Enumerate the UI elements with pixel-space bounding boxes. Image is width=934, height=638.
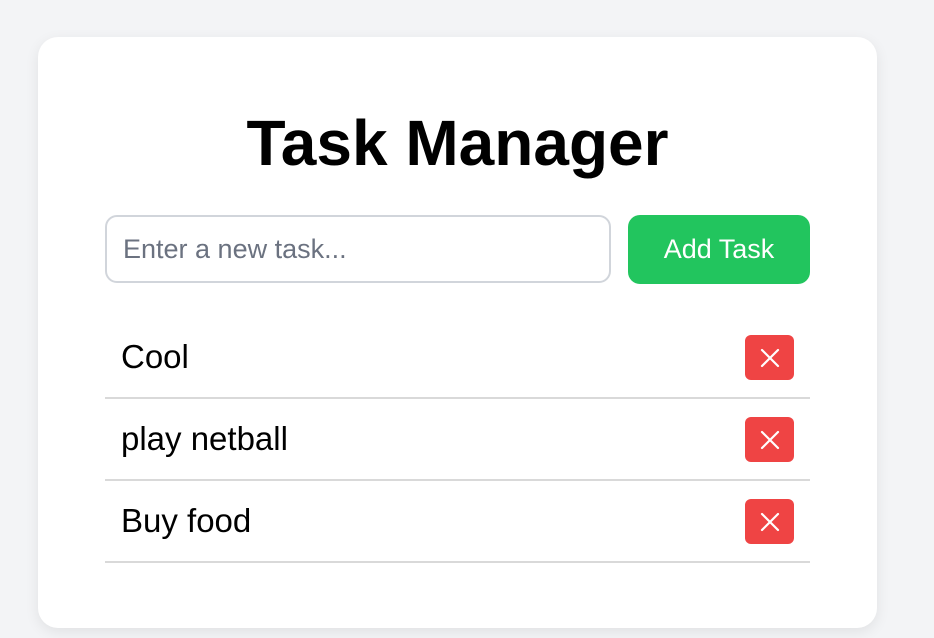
- page-title: Task Manager: [246, 107, 669, 179]
- close-icon: [760, 512, 779, 531]
- task-item: Cool: [105, 317, 810, 399]
- task-item: play netball: [105, 399, 810, 481]
- close-icon: [760, 430, 779, 449]
- delete-task-button[interactable]: [745, 335, 794, 380]
- add-task-button[interactable]: Add Task: [628, 215, 810, 284]
- task-text: play netball: [121, 420, 288, 457]
- delete-task-button[interactable]: [745, 499, 794, 544]
- new-task-input[interactable]: [105, 215, 611, 283]
- task-item: Buy food: [105, 481, 810, 563]
- task-list: Cool play netball Buy food: [105, 317, 810, 563]
- task-text: Cool: [121, 338, 189, 375]
- delete-task-button[interactable]: [745, 417, 794, 462]
- task-manager-card: Task Manager Add Task Cool play netball …: [38, 37, 877, 628]
- close-icon: [760, 348, 779, 367]
- task-text: Buy food: [121, 502, 252, 539]
